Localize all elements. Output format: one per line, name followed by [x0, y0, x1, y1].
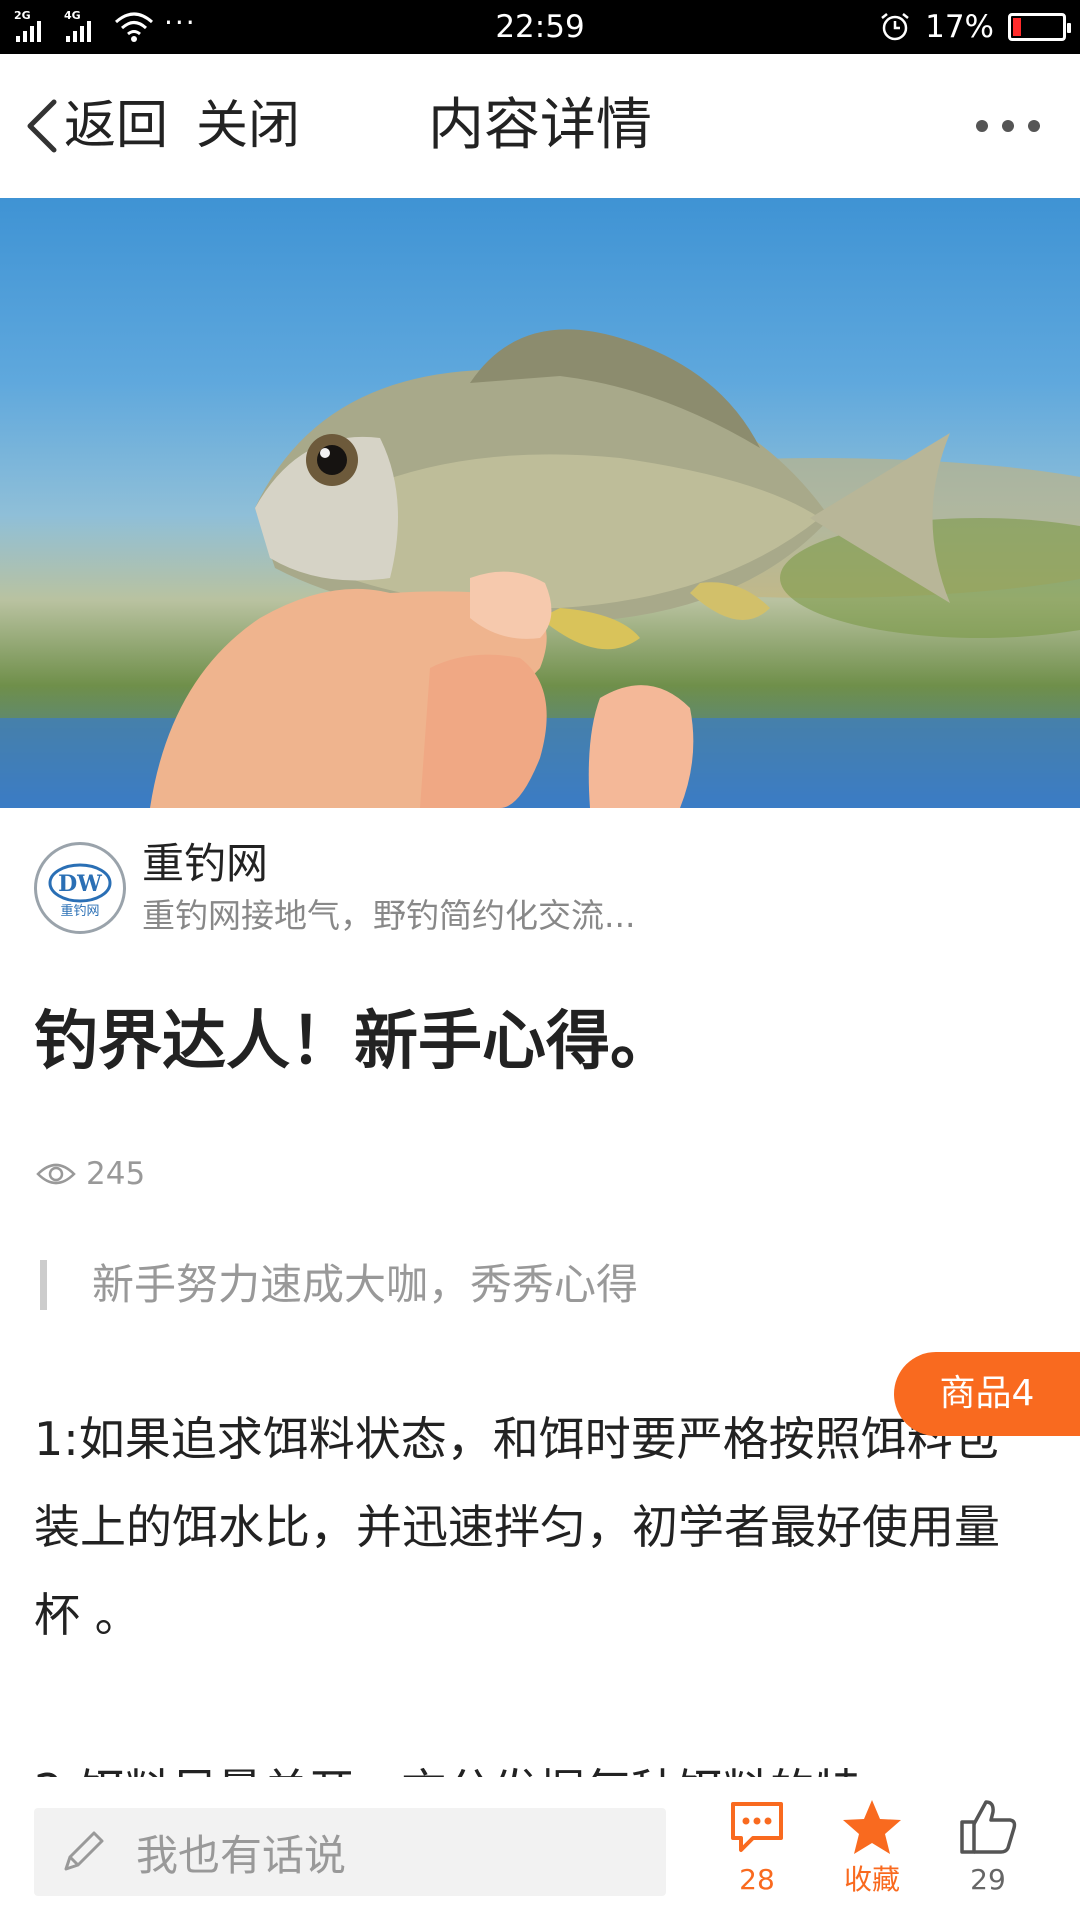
favorite-button[interactable]: 收藏	[822, 1798, 922, 1918]
svg-text:重钓网: 重钓网	[60, 903, 99, 919]
goods-button[interactable]: 商品4	[894, 1352, 1080, 1436]
alarm-icon	[881, 13, 909, 41]
views-count: 245	[86, 1156, 146, 1192]
article-body: 1:如果追求饵料状态，和饵时要严格按照饵料包装上的饵水比，并迅速拌匀，初学者最好…	[34, 1395, 1034, 1777]
like-count: 29	[970, 1863, 1006, 1896]
comment-placeholder: 我也有话说	[136, 1830, 347, 1880]
author-row[interactable]: DW 重钓网 重钓网 重钓网接地气，野钓简约化交流...	[34, 838, 1044, 938]
view-count: 245	[36, 1150, 145, 1198]
author-description: 重钓网接地气，野钓简约化交流...	[142, 896, 636, 935]
like-button[interactable]: 29	[938, 1798, 1038, 1918]
top-nav-bar: 返回 关闭 内容详情	[0, 54, 1080, 198]
avatar[interactable]: DW 重钓网	[34, 842, 126, 934]
fish-photo-icon	[0, 329, 1080, 808]
battery-percent: 17%	[925, 9, 994, 45]
paragraph-1: 1:如果追求饵料状态，和饵时要严格按照饵料包装上的饵水比，并迅速拌匀，初学者最好…	[34, 1412, 1000, 1642]
comment-bubble-icon	[731, 1802, 783, 1852]
more-horizontal-icon[interactable]	[976, 108, 1040, 144]
battery-icon	[1008, 13, 1071, 41]
status-bar-right: 17%	[879, 8, 1071, 46]
pencil-icon	[64, 1831, 104, 1871]
page-title: 内容详情	[428, 93, 652, 158]
favorite-label: 收藏	[843, 1863, 900, 1896]
article-title: 钓界达人！新手心得。	[34, 1005, 674, 1079]
battery-fill	[1013, 18, 1021, 36]
thumbs-up-icon	[960, 1800, 1017, 1854]
article-summary-quote: 新手努力速成大咖，秀秀心得	[40, 1260, 940, 1310]
author-name[interactable]: 重钓网	[142, 838, 268, 890]
comments-button[interactable]: 28	[707, 1798, 807, 1918]
star-icon	[843, 1800, 901, 1854]
comment-count: 28	[739, 1863, 775, 1896]
comment-input[interactable]: 我也有话说	[34, 1808, 666, 1896]
hero-image	[0, 198, 1080, 808]
svg-text:DW: DW	[58, 871, 102, 897]
eye-icon	[36, 1163, 76, 1185]
bottom-action-bar: 我也有话说 28 收藏 29	[0, 1778, 1080, 1920]
status-bar: 2G 4G ··· 22:59 17%	[0, 0, 1080, 54]
avatar-logo-icon: DW 重钓网	[40, 848, 120, 928]
paragraph-2: 2:饵料尽量单开，充分发掘每种饵料的特	[34, 1747, 1034, 1777]
quote-text: 新手努力速成大咖，秀秀心得	[92, 1260, 639, 1309]
